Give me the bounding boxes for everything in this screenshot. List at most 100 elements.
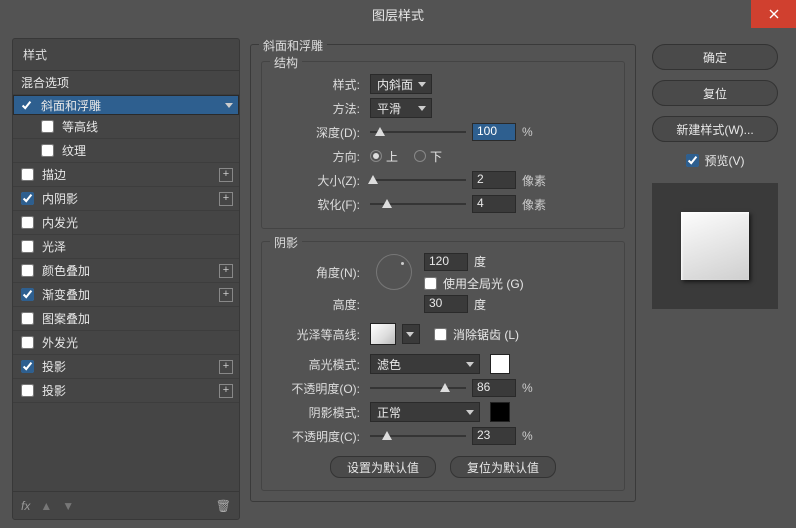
add-effect-icon[interactable]: +: [219, 288, 233, 302]
bevel-legend: 斜面和浮雕: [259, 37, 327, 54]
style-select[interactable]: 内斜面: [370, 74, 432, 94]
depth-slider[interactable]: [370, 124, 466, 140]
direction-up-radio[interactable]: 上: [370, 148, 398, 165]
style-item-9[interactable]: 图案叠加: [13, 307, 239, 331]
style-checkbox[interactable]: [21, 168, 34, 181]
style-item-label: 外发光: [42, 334, 78, 351]
add-effect-icon[interactable]: +: [219, 168, 233, 182]
global-light-label: 使用全局光 (G): [443, 275, 524, 292]
add-effect-icon[interactable]: +: [219, 384, 233, 398]
technique-select[interactable]: 平滑: [370, 98, 432, 118]
pct-unit: %: [522, 125, 552, 139]
trash-icon[interactable]: 🗑: [216, 499, 231, 513]
style-checkbox[interactable]: [20, 99, 33, 112]
new-style-button[interactable]: 新建样式(W)...: [652, 116, 778, 142]
style-item-12[interactable]: 投影 +: [13, 379, 239, 403]
style-checkbox[interactable]: [21, 360, 34, 373]
style-item-label: 斜面和浮雕: [41, 97, 101, 114]
technique-label: 方法:: [274, 100, 364, 117]
px-unit2: 像素: [522, 196, 552, 213]
gloss-contour-swatch[interactable]: [370, 323, 396, 345]
action-panel: 确定 复位 新建样式(W)... 预览(V): [646, 38, 784, 520]
add-effect-icon[interactable]: +: [219, 192, 233, 206]
cancel-button[interactable]: 复位: [652, 80, 778, 106]
structure-legend: 结构: [270, 54, 302, 71]
highlight-mode-label: 高光模式:: [274, 356, 364, 373]
soften-slider[interactable]: [370, 196, 466, 212]
style-label: 样式:: [274, 76, 364, 93]
style-item-2[interactable]: 纹理: [13, 139, 239, 163]
style-checkbox[interactable]: [21, 192, 34, 205]
direction-down-radio[interactable]: 下: [414, 148, 442, 165]
style-item-7[interactable]: 颜色叠加 +: [13, 259, 239, 283]
style-item-label: 纹理: [62, 142, 86, 159]
styles-panel: 样式 混合选项 斜面和浮雕等高线纹理描边+内阴影+内发光光泽颜色叠加+渐变叠加+…: [12, 38, 240, 520]
blend-options[interactable]: 混合选项: [13, 71, 239, 95]
style-item-label: 光泽: [42, 238, 66, 255]
style-checkbox[interactable]: [21, 288, 34, 301]
highlight-color-swatch[interactable]: [490, 354, 510, 374]
style-item-4[interactable]: 内阴影+: [13, 187, 239, 211]
styles-header[interactable]: 样式: [13, 39, 239, 71]
up-arrow-icon[interactable]: ▲: [40, 499, 52, 513]
highlight-mode-select[interactable]: 滤色: [370, 354, 480, 374]
soften-input[interactable]: 4: [472, 195, 516, 213]
style-item-6[interactable]: 光泽: [13, 235, 239, 259]
shadow-color-swatch[interactable]: [490, 402, 510, 422]
soften-label: 软化(F):: [274, 196, 364, 213]
style-checkbox[interactable]: [21, 336, 34, 349]
deg-unit: 度: [474, 253, 486, 270]
down-arrow-icon[interactable]: ▼: [62, 499, 74, 513]
settings-panel: 斜面和浮雕 结构 样式: 内斜面 方法: 平滑 深度(D): 100 %: [250, 38, 636, 520]
close-button[interactable]: [751, 0, 796, 28]
pct-unit3: %: [522, 429, 552, 443]
style-checkbox[interactable]: [21, 264, 34, 277]
style-item-label: 颜色叠加: [42, 262, 90, 279]
size-input[interactable]: 2: [472, 171, 516, 189]
direction-label: 方向:: [274, 148, 364, 165]
style-item-0[interactable]: 斜面和浮雕: [13, 95, 239, 115]
altitude-input[interactable]: 30: [424, 295, 468, 313]
preview-checkbox[interactable]: [686, 154, 699, 167]
add-effect-icon[interactable]: +: [219, 360, 233, 374]
highlight-opacity-label: 不透明度(O):: [274, 380, 364, 397]
shading-group: 阴影 角度(N): 120 度 使用全局光 (G): [261, 241, 625, 491]
style-checkbox[interactable]: [41, 120, 54, 133]
highlight-opacity-slider[interactable]: [370, 380, 466, 396]
ok-button[interactable]: 确定: [652, 44, 778, 70]
depth-label: 深度(D):: [274, 124, 364, 141]
style-item-label: 投影: [42, 358, 66, 375]
style-checkbox[interactable]: [21, 216, 34, 229]
antialias-checkbox[interactable]: [434, 328, 447, 341]
gloss-contour-select[interactable]: [402, 324, 420, 344]
reset-default-button[interactable]: 复位为默认值: [450, 456, 556, 478]
style-checkbox[interactable]: [41, 144, 54, 157]
shadow-opacity-slider[interactable]: [370, 428, 466, 444]
fx-icon[interactable]: fx: [21, 499, 30, 513]
style-item-11[interactable]: 投影 +: [13, 355, 239, 379]
angle-input[interactable]: 120: [424, 253, 468, 271]
angle-control[interactable]: [376, 254, 412, 290]
highlight-opacity-input[interactable]: 86: [472, 379, 516, 397]
style-item-1[interactable]: 等高线: [13, 115, 239, 139]
style-item-8[interactable]: 渐变叠加+: [13, 283, 239, 307]
style-item-label: 等高线: [62, 118, 98, 135]
make-default-button[interactable]: 设置为默认值: [330, 456, 436, 478]
style-item-10[interactable]: 外发光: [13, 331, 239, 355]
add-effect-icon[interactable]: +: [219, 264, 233, 278]
style-item-label: 描边: [42, 166, 66, 183]
global-light-checkbox[interactable]: [424, 277, 437, 290]
style-item-label: 投影: [42, 382, 66, 399]
style-checkbox[interactable]: [21, 384, 34, 397]
px-unit: 像素: [522, 172, 552, 189]
style-item-label: 图案叠加: [42, 310, 90, 327]
shadow-mode-select[interactable]: 正常: [370, 402, 480, 422]
shadow-opacity-input[interactable]: 23: [472, 427, 516, 445]
depth-input[interactable]: 100: [472, 123, 516, 141]
style-item-5[interactable]: 内发光: [13, 211, 239, 235]
style-checkbox[interactable]: [21, 240, 34, 253]
size-slider[interactable]: [370, 172, 466, 188]
style-item-3[interactable]: 描边 +: [13, 163, 239, 187]
style-checkbox[interactable]: [21, 312, 34, 325]
size-label: 大小(Z):: [274, 172, 364, 189]
